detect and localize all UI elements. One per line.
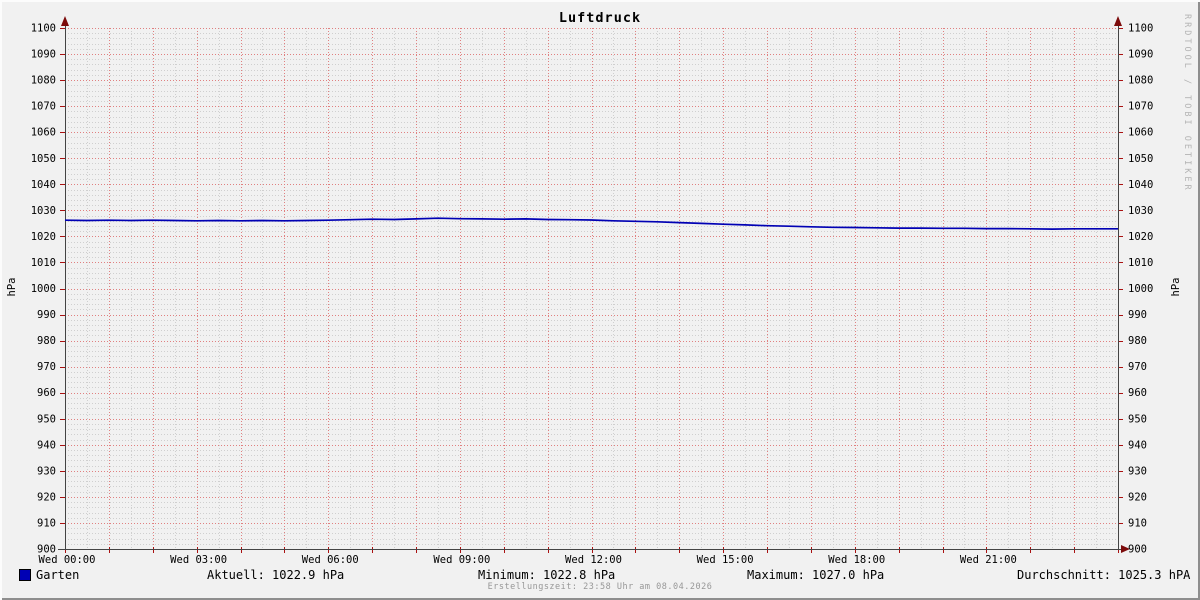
creation-timestamp: Erstellungszeit: 23:58 Uhr am 08.04.2026 [487, 582, 713, 592]
y-tick-label-right: 950 [1128, 413, 1147, 425]
y-tick-label-left: 1010 [31, 257, 56, 269]
y-tick-label-right: 1000 [1128, 283, 1153, 295]
y-tick-label-left: 1060 [31, 127, 56, 139]
x-tick-label: Wed 03:00 [170, 554, 227, 566]
y-tick-label-right: 1100 [1128, 23, 1153, 35]
x-tick-label: Wed 12:00 [565, 554, 622, 566]
y-tick-label-left: 960 [37, 387, 56, 399]
y-tick-label-left: 1080 [31, 75, 56, 87]
y-tick-label-left: 920 [37, 491, 56, 503]
y-tick-label-right: 1010 [1128, 257, 1153, 269]
y-tick-label-left: 970 [37, 361, 56, 373]
y-tick-label-right: 1060 [1128, 127, 1153, 139]
rrdtool-watermark: RRDTOOL / TOBI OETIKER [1182, 14, 1192, 193]
y-axis-unit-left: hPa [6, 277, 18, 297]
x-tick-label: Wed 00:00 [39, 554, 96, 566]
y-tick-label-right: 910 [1128, 517, 1147, 529]
y-tick-label-left: 1050 [31, 153, 56, 165]
y-tick-label-left: 1090 [31, 49, 56, 61]
y-tick-label-left: 910 [37, 517, 56, 529]
y-tick-label-right: 1030 [1128, 205, 1153, 217]
y-tick-label-right: 1040 [1128, 179, 1153, 191]
y-tick-label-right: 930 [1128, 465, 1147, 477]
y-tick-label-left: 1100 [31, 23, 56, 35]
stat-maximum: Maximum: 1027.0 hPa [747, 568, 885, 582]
y-tick-label-right: 960 [1128, 387, 1147, 399]
pressure-chart: 900 900910 910920 920930 930940 940950 950960 9… [31, 16, 1153, 566]
y-tick-label-left: 990 [37, 309, 56, 321]
legend-label: Garten [36, 568, 80, 582]
y-tick-label-left: 1040 [31, 179, 56, 191]
y-tick-label-right: 1080 [1128, 75, 1153, 87]
y-tick-label-right: 1020 [1128, 231, 1153, 243]
x-tick-label: Wed 21:00 [960, 554, 1017, 566]
y-tick-label-left: 940 [37, 439, 56, 451]
x-tick-label: Wed 06:00 [302, 554, 359, 566]
y-tick-label-right: 1050 [1128, 153, 1153, 165]
y-tick-label-left: 930 [37, 465, 56, 477]
y-tick-label-right: 940 [1128, 439, 1147, 451]
y-tick-label-left: 1030 [31, 205, 56, 217]
y-axis-unit-right: hPa [1170, 277, 1182, 297]
y-tick-label-right: 980 [1128, 335, 1147, 347]
stat-current: Aktuell: 1022.9 hPa [207, 568, 345, 582]
y-tick-label-left: 1000 [31, 283, 56, 295]
x-tick-label: Wed 18:00 [828, 554, 885, 566]
legend-swatch-icon [19, 569, 31, 581]
y-tick-label-left: 1020 [31, 231, 56, 243]
stat-average: Durchschnitt: 1025.3 hPA [1017, 568, 1191, 582]
y-tick-label-right: 1070 [1128, 101, 1153, 113]
y-tick-label-left: 980 [37, 335, 56, 347]
rrdtool-graph: Luftdruck 900 900 910 910 920 920 930 930 940 940… [0, 0, 1200, 600]
y-tick-label-right: 900 [1128, 544, 1147, 556]
y-tick-label-right: 970 [1128, 361, 1147, 373]
x-tick-label: Wed 09:00 [433, 554, 490, 566]
stat-minimum: Minimum: 1022.8 hPa [478, 568, 616, 582]
x-tick-label: Wed 15:00 [697, 554, 754, 566]
y-tick-label-right: 990 [1128, 309, 1147, 321]
y-tick-label-right: 920 [1128, 491, 1147, 503]
series-line [64, 217, 1118, 230]
y-tick-label-right: 1090 [1128, 49, 1153, 61]
y-tick-label-left: 1070 [31, 101, 56, 113]
y-tick-label-left: 950 [37, 413, 56, 425]
